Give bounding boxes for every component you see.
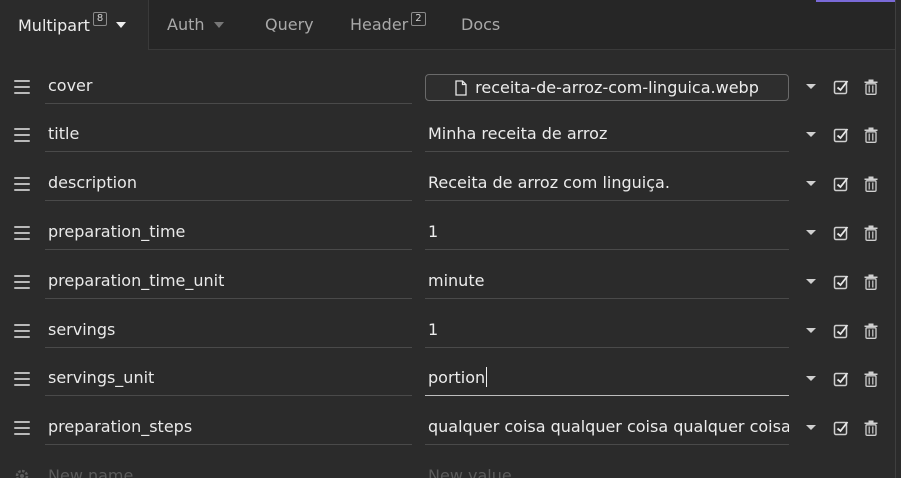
param-row: servings_unit portion xyxy=(0,355,896,403)
chevron-down-icon[interactable] xyxy=(806,181,816,186)
drag-handle-icon[interactable] xyxy=(14,128,30,142)
checkbox-checked-icon[interactable] xyxy=(833,225,849,241)
param-row: description Receita de arroz com linguiç… xyxy=(0,160,896,208)
chevron-down-icon[interactable] xyxy=(806,84,816,89)
drag-handle-icon[interactable] xyxy=(14,324,30,338)
trash-icon[interactable] xyxy=(864,176,878,192)
checkbox-checked-icon[interactable] xyxy=(833,274,849,290)
param-value-input[interactable]: Minha receita de arroz xyxy=(425,115,789,152)
trash-icon[interactable] xyxy=(864,420,878,436)
text-cursor xyxy=(486,367,488,387)
tab-multipart-label: Multipart xyxy=(18,15,90,35)
param-row: preparation_time 1 xyxy=(0,209,896,257)
chevron-down-icon[interactable] xyxy=(806,230,816,235)
param-name-input[interactable]: title xyxy=(45,115,412,152)
checkbox-checked-icon[interactable] xyxy=(833,79,849,95)
chevron-down-icon[interactable] xyxy=(806,328,816,333)
checkbox-checked-icon[interactable] xyxy=(833,323,849,339)
param-name-input[interactable]: servings xyxy=(45,311,412,348)
param-row: servings 1 xyxy=(0,307,896,355)
tab-bar: Multipart 8 Auth Query Header 2 Docs xyxy=(0,0,896,50)
file-picker-button[interactable]: receita-de-arroz-com-linguica.webp xyxy=(425,74,789,101)
chevron-down-icon xyxy=(213,21,224,28)
new-value-input[interactable]: New value xyxy=(425,457,789,478)
trash-icon[interactable] xyxy=(864,323,878,339)
chevron-down-icon xyxy=(116,22,127,28)
new-name-input[interactable]: New name xyxy=(45,457,412,478)
param-value-input[interactable]: minute xyxy=(425,262,789,299)
checkbox-checked-icon[interactable] xyxy=(833,371,849,387)
tab-query[interactable]: Query xyxy=(265,0,314,49)
drag-handle-icon[interactable] xyxy=(14,226,30,240)
param-value-input[interactable]: Receita de arroz com linguiça. xyxy=(425,164,789,201)
accent-line xyxy=(816,0,896,2)
param-row: preparation_steps qualquer coisa qualque… xyxy=(0,404,896,452)
tab-header-count-badge: 2 xyxy=(411,11,426,26)
checkbox-checked-icon[interactable] xyxy=(833,176,849,192)
drag-handle-icon[interactable] xyxy=(14,80,30,94)
trash-icon[interactable] xyxy=(864,274,878,290)
param-name-input[interactable]: preparation_time_unit xyxy=(45,262,412,299)
drag-handle-icon[interactable] xyxy=(14,177,30,191)
checkbox-checked-icon[interactable] xyxy=(833,127,849,143)
tab-multipart-count-badge: 8 xyxy=(92,12,108,26)
tab-auth-label: Auth xyxy=(167,15,205,34)
param-name-input[interactable]: cover xyxy=(45,67,412,104)
new-param-row: New name New value xyxy=(0,453,896,478)
checkbox-checked-icon[interactable] xyxy=(833,420,849,436)
file-icon xyxy=(455,79,467,96)
chevron-down-icon[interactable] xyxy=(806,425,816,430)
drag-handle-icon[interactable] xyxy=(14,372,30,386)
tab-docs[interactable]: Docs xyxy=(461,0,500,49)
tab-multipart[interactable]: Multipart 8 xyxy=(0,0,150,50)
param-name-input[interactable]: preparation_time xyxy=(45,213,412,250)
param-value-text: portion xyxy=(428,367,486,387)
tab-query-label: Query xyxy=(265,15,314,34)
param-value-input[interactable]: 1 xyxy=(425,311,789,348)
param-value-input[interactable]: qualquer coisa qualquer coisa qualquer c… xyxy=(425,408,789,445)
request-body-panel: Multipart 8 Auth Query Header 2 Docs cov… xyxy=(0,0,901,478)
param-value-input[interactable]: 1 xyxy=(425,213,789,250)
chevron-down-icon[interactable] xyxy=(806,376,816,381)
chevron-down-icon[interactable] xyxy=(806,279,816,284)
tab-docs-label: Docs xyxy=(461,15,501,34)
trash-icon[interactable] xyxy=(864,127,878,143)
param-value-input[interactable]: portion xyxy=(425,359,789,396)
trash-icon[interactable] xyxy=(864,225,878,241)
param-name-input[interactable]: preparation_steps xyxy=(45,408,412,445)
tab-auth[interactable]: Auth xyxy=(167,0,224,49)
tab-header[interactable]: Header 2 xyxy=(350,0,426,49)
param-name-input[interactable]: servings_unit xyxy=(45,359,412,396)
drag-handle-icon[interactable] xyxy=(14,275,30,289)
param-row: title Minha receita de arroz xyxy=(0,111,896,159)
gear-icon xyxy=(15,469,29,478)
file-name: receita-de-arroz-com-linguica.webp xyxy=(475,78,759,97)
chevron-down-icon[interactable] xyxy=(806,132,816,137)
drag-handle-icon[interactable] xyxy=(14,421,30,435)
trash-icon[interactable] xyxy=(864,79,878,95)
tab-header-label: Header xyxy=(350,15,409,34)
trash-icon[interactable] xyxy=(864,371,878,387)
param-row: preparation_time_unit minute xyxy=(0,258,896,306)
param-name-input[interactable]: description xyxy=(45,164,412,201)
